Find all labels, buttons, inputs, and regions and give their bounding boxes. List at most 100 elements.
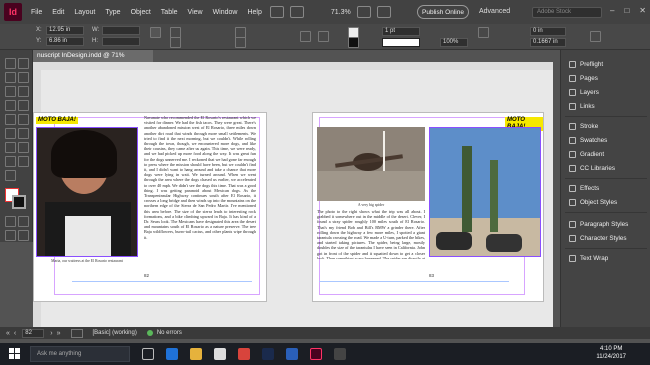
zoom-tool-icon[interactable] [5, 170, 16, 181]
photoshop-icon[interactable] [262, 348, 274, 360]
menu-window[interactable]: Window [208, 9, 243, 16]
menu-table[interactable]: Table [156, 9, 183, 16]
bridge-icon[interactable] [269, 6, 284, 18]
page-right[interactable]: MOTO BAJA! A very big spider The photo t… [312, 112, 544, 302]
waitress-photo[interactable] [36, 127, 138, 257]
eyedropper-tool-icon[interactable] [5, 156, 16, 167]
stroke-swatch-icon[interactable] [348, 37, 359, 48]
page-left[interactable]: MOTO BAJA! Maria, our waitress at the El… [33, 112, 267, 302]
width-field[interactable]: 0.1667 in [530, 38, 566, 47]
arrange-documents-icon[interactable] [376, 6, 391, 18]
cactus-motorcycles-photo[interactable] [429, 127, 541, 257]
page-number-field[interactable]: 82 [22, 328, 45, 338]
tarantula-photo[interactable] [317, 127, 425, 201]
reference-point-icon[interactable] [150, 27, 161, 38]
w-field[interactable] [102, 26, 140, 35]
panel-text-wrap[interactable]: Text Wrap [561, 252, 650, 264]
note-tool-icon[interactable] [18, 142, 29, 153]
chrome-icon[interactable] [238, 348, 250, 360]
panel-swatches[interactable]: Swatches [561, 134, 650, 146]
windows-start-icon[interactable] [6, 345, 24, 363]
text-frame-left[interactable]: Navanate who recommended the El Rosario'… [144, 115, 256, 255]
menu-file[interactable]: File [26, 9, 47, 16]
open-page-icon[interactable] [70, 328, 83, 338]
flip-icon[interactable] [300, 31, 311, 42]
menu-edit[interactable]: Edit [47, 9, 69, 16]
panel-gradient[interactable]: Gradient [561, 148, 650, 160]
rectangle-tool-icon[interactable] [18, 114, 29, 125]
opacity-field[interactable]: 100% [440, 38, 468, 47]
panel-effects[interactable]: Effects [561, 182, 650, 194]
line-tool-icon[interactable] [18, 86, 29, 97]
screen-mode-icon[interactable] [356, 6, 371, 18]
scissors-tool-icon[interactable] [5, 128, 16, 139]
menu-view[interactable]: View [183, 9, 208, 16]
panel-character-styles[interactable]: Character Styles [561, 232, 650, 244]
menu-type[interactable]: Type [100, 9, 125, 16]
normal-view-icon[interactable] [5, 230, 16, 241]
menu-help[interactable]: Help [242, 9, 266, 16]
h-field[interactable] [102, 37, 140, 46]
preview-mode-icon[interactable] [18, 230, 29, 241]
apply-color-icon[interactable] [5, 216, 16, 227]
panel-cc-libraries[interactable]: CC Libraries [561, 162, 650, 174]
hand-tool-icon[interactable] [18, 156, 29, 167]
zoom-level[interactable]: 71.3% [331, 9, 351, 16]
type-tool-icon[interactable] [5, 86, 16, 97]
last-page-icon[interactable]: » [57, 330, 61, 337]
pencil-tool-icon[interactable] [18, 100, 29, 111]
cortana-search[interactable]: Ask me anything [30, 346, 130, 362]
shear-icon[interactable] [235, 37, 246, 48]
path-icon[interactable] [318, 31, 329, 42]
maximize-icon[interactable]: □ [624, 6, 629, 15]
selection-tool-icon[interactable] [5, 58, 16, 69]
direct-selection-tool-icon[interactable] [18, 58, 29, 69]
rectangle-frame-tool-icon[interactable] [5, 114, 16, 125]
menu-object[interactable]: Object [126, 9, 156, 16]
edge-icon[interactable] [166, 348, 178, 360]
stroke-weight-field[interactable]: 1 pt [382, 27, 420, 36]
offset-field[interactable]: 0 in [530, 27, 566, 36]
first-page-icon[interactable]: « [6, 330, 10, 337]
panel-links[interactable]: Links [561, 100, 650, 112]
y-field[interactable]: 6.86 in [46, 37, 84, 46]
next-page-icon[interactable]: › [50, 330, 52, 337]
menu-layout[interactable]: Layout [69, 9, 100, 16]
close-icon[interactable]: ✕ [639, 6, 646, 15]
panel-paragraph-styles[interactable]: Paragraph Styles [561, 218, 650, 230]
store-icon[interactable] [214, 348, 226, 360]
free-transform-tool-icon[interactable] [18, 128, 29, 139]
x-field[interactable]: 12.95 in [46, 26, 84, 35]
scale-y-icon[interactable] [170, 37, 181, 48]
layout-view-icon[interactable] [289, 6, 304, 18]
panel-pages[interactable]: Pages [561, 72, 650, 84]
align-icon[interactable] [590, 31, 601, 42]
stroke-type-select[interactable] [382, 38, 420, 47]
system-clock[interactable]: 4:10 PM 11/24/2017 [596, 345, 626, 361]
file-explorer-icon[interactable] [190, 348, 202, 360]
word-icon[interactable] [286, 348, 298, 360]
pen-tool-icon[interactable] [5, 100, 16, 111]
gradient-tool-icon[interactable] [5, 142, 16, 153]
preflight-errors[interactable]: No errors [157, 330, 182, 336]
text-frame-right[interactable]: The photo to the right shows what the tr… [317, 209, 425, 259]
indesign-taskbar-icon[interactable] [310, 348, 322, 360]
previous-page-icon[interactable]: ‹ [14, 330, 16, 337]
apply-none-icon[interactable] [18, 216, 29, 227]
gap-tool-icon[interactable] [18, 72, 29, 83]
minimize-icon[interactable]: – [610, 6, 614, 15]
panel-stroke[interactable]: Stroke [561, 120, 650, 132]
stroke-color-icon[interactable] [12, 195, 26, 209]
task-view-icon[interactable] [142, 348, 154, 360]
app-icon[interactable] [334, 348, 346, 360]
page-tool-icon[interactable] [5, 72, 16, 83]
document-tab[interactable]: nuscript InDesign.indd @ 71% [33, 50, 153, 62]
publish-online-button[interactable]: Publish Online [417, 5, 469, 19]
panel-object-styles[interactable]: Object Styles [561, 196, 650, 208]
adobe-stock-search[interactable]: Adobe Stock [532, 7, 602, 18]
workspace-switcher[interactable]: Advanced [479, 8, 510, 15]
fx-icon[interactable] [478, 27, 489, 38]
panel-layers[interactable]: Layers [561, 86, 650, 98]
preflight-profile[interactable]: [Basic] (working) [93, 330, 137, 336]
panel-preflight[interactable]: Preflight [561, 58, 650, 70]
